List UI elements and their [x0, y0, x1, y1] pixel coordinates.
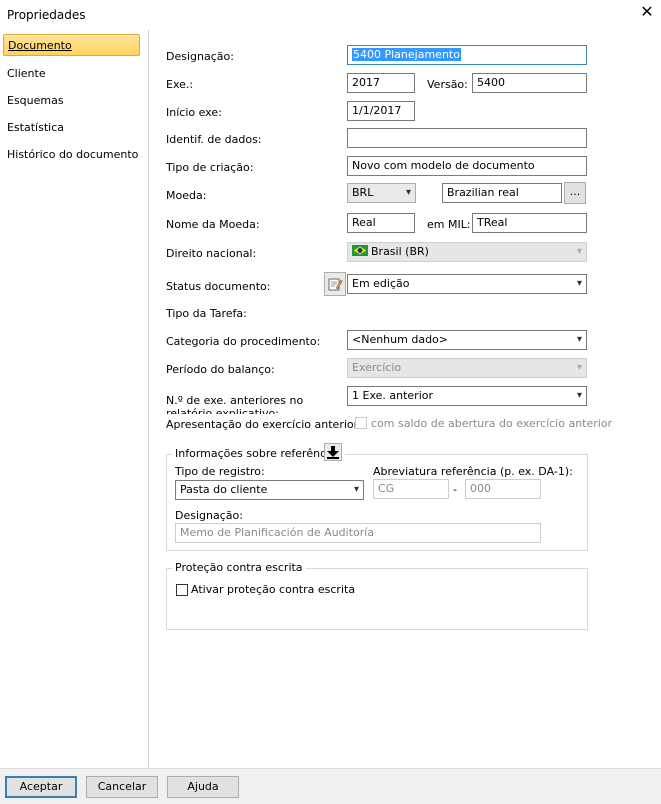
abrev-prefix-input: CG	[373, 479, 449, 499]
ref-designacao-label: Designação:	[175, 509, 243, 522]
protecao-group-title: Proteção contra escrita	[172, 561, 306, 574]
inicio-input[interactable]: 1/1/2017	[347, 101, 415, 121]
sidebar-item-historico[interactable]: Histórico do documento	[3, 144, 140, 166]
apresentacao-check-label: com saldo de abertura do exercício anter…	[371, 417, 613, 430]
sidebar-item-label: Cliente	[7, 67, 46, 80]
status-label: Status documento:	[166, 280, 271, 293]
moeda-select-value: BRL	[352, 186, 374, 199]
chevron-down-icon: ▾	[576, 278, 582, 289]
versao-input[interactable]: 5400	[472, 73, 587, 93]
status-edit-button[interactable]	[324, 272, 346, 296]
direito-select-value: Brasil (BR)	[371, 245, 429, 258]
categoria-select-value: <Nenhum dado>	[352, 333, 448, 346]
protecao-group	[166, 568, 588, 630]
protecao-check-label: Ativar proteção contra escrita	[191, 583, 356, 596]
categoria-select[interactable]: <Nenhum dado> ▾	[347, 330, 587, 350]
num-exe-select-value: 1 Exe. anterior	[352, 389, 434, 402]
apresentacao-checkbox	[355, 417, 367, 429]
sidebar-item-estatistica[interactable]: Estatística	[3, 117, 140, 139]
moeda-select[interactable]: BRL ▾	[347, 183, 416, 203]
brazil-flag-icon	[352, 244, 368, 256]
sidebar-item-label: Histórico do documento	[7, 148, 139, 161]
tipo-registro-select-value: Pasta do cliente	[180, 483, 268, 496]
periodo-select: Exercício ▾	[347, 358, 587, 378]
referencias-group-title: Informações sobre referências	[172, 447, 345, 460]
designacao-value: 5400 Planejamento	[352, 48, 461, 61]
num-exe-label: N.º de exe. anteriores no relatório expl…	[166, 394, 304, 414]
periodo-label: Período do balanço:	[166, 363, 275, 376]
tipo-registro-select[interactable]: Pasta do cliente ▾	[175, 480, 364, 500]
direito-select: Brasil (BR) ▾	[347, 242, 587, 262]
nome-moeda-input[interactable]: Real	[347, 213, 415, 233]
exe-label: Exe.:	[166, 78, 194, 91]
window-title: Propriedades	[7, 8, 86, 22]
periodo-select-value: Exercício	[352, 361, 402, 374]
nome-moeda-label: Nome da Moeda:	[166, 218, 260, 231]
referencias-download-button[interactable]	[324, 443, 342, 461]
ref-designacao-input: Memo de Planificación de Auditoría	[175, 523, 541, 543]
identif-input[interactable]	[347, 128, 587, 148]
abrev-separator: -	[453, 483, 457, 496]
sidebar-item-label: Estatística	[7, 121, 64, 134]
tipo-criacao-label: Tipo de criação:	[166, 161, 254, 174]
sidebar-item-esquemas[interactable]: Esquemas	[3, 90, 140, 112]
chevron-down-icon: ▾	[576, 390, 582, 401]
versao-label: Versão:	[427, 78, 468, 91]
chevron-down-icon: ▾	[576, 246, 582, 257]
abrev-suffix-input: 000	[465, 479, 541, 499]
sidebar-nav: Documento Cliente Esquemas Estatística H…	[0, 30, 149, 768]
sidebar-item-cliente[interactable]: Cliente	[3, 63, 140, 85]
chevron-down-icon: ▾	[405, 187, 411, 198]
chevron-down-icon: ▾	[353, 484, 359, 495]
chevron-down-icon: ▾	[576, 334, 582, 345]
tipo-tarefa-label: Tipo da Tarefa:	[166, 307, 247, 320]
inicio-label: Início exe:	[166, 106, 222, 119]
moeda-browse-button[interactable]: ...	[564, 182, 586, 204]
help-button[interactable]: Ajuda	[167, 776, 239, 798]
cancel-button[interactable]: Cancelar	[86, 776, 158, 798]
identif-label: Identif. de dados:	[166, 133, 262, 146]
apresentacao-label: Apresentação do exercício anterior:	[166, 418, 362, 431]
accept-button[interactable]: Aceptar	[5, 776, 77, 798]
status-select-value: Em edição	[352, 277, 410, 290]
abreviatura-label: Abreviatura referência (p. ex. DA-1):	[373, 465, 573, 478]
designacao-input[interactable]: 5400 Planejamento	[347, 45, 587, 65]
categoria-label: Categoria do procedimento:	[166, 335, 321, 348]
em-mil-label: em MIL:	[427, 218, 471, 231]
chevron-down-icon: ▾	[576, 362, 582, 373]
tipo-registro-label: Tipo de registro:	[175, 465, 265, 478]
tipo-criacao-input[interactable]: Novo com modelo de documento	[347, 156, 587, 176]
num-exe-select[interactable]: 1 Exe. anterior ▾	[347, 386, 587, 406]
status-select[interactable]: Em edição ▾	[347, 274, 587, 294]
moeda-label: Moeda:	[166, 189, 207, 202]
sidebar-item-label: Documento	[8, 39, 72, 52]
moeda-name-input[interactable]: Brazilian real	[442, 183, 562, 203]
direito-label: Direito nacional:	[166, 247, 257, 260]
sidebar-item-documento[interactable]: Documento	[3, 34, 140, 56]
arrow-down-icon	[327, 446, 339, 462]
designacao-label: Designação:	[166, 50, 234, 63]
close-icon[interactable]: ✕	[638, 3, 656, 21]
edit-note-icon	[327, 278, 343, 295]
exe-input[interactable]: 2017	[347, 73, 415, 93]
protecao-checkbox[interactable]	[176, 584, 188, 596]
sidebar-item-label: Esquemas	[7, 94, 64, 107]
em-mil-input[interactable]: TReal	[472, 213, 587, 233]
